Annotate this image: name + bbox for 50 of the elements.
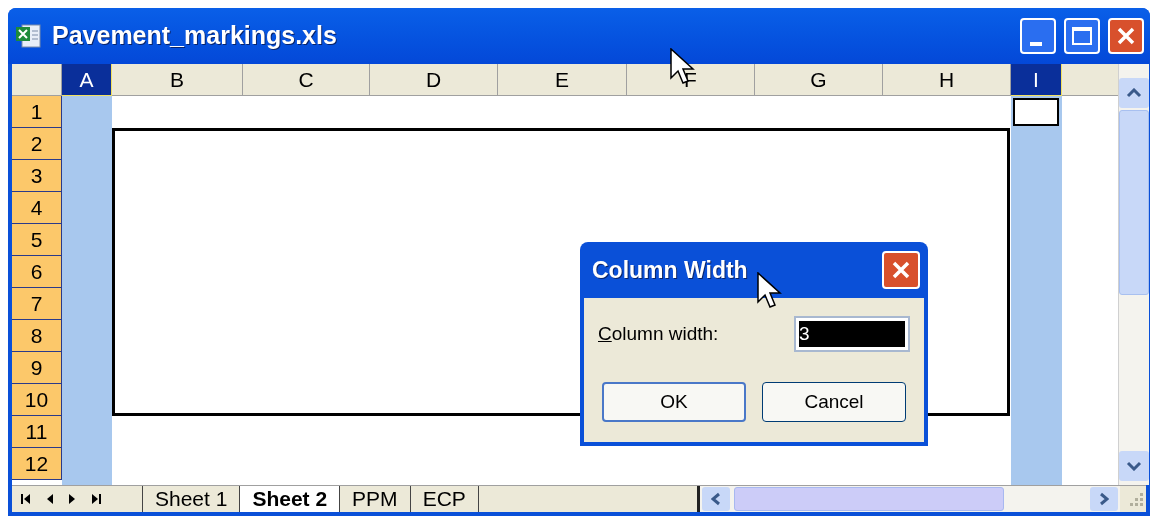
- scroll-down-button[interactable]: [1119, 451, 1149, 481]
- dialog-button[interactable]: Cancel: [762, 382, 906, 422]
- row-header[interactable]: 9: [12, 352, 62, 384]
- input-field[interactable]: 3: [794, 316, 910, 352]
- chevron-left-icon: [711, 492, 721, 506]
- row-header[interactable]: 11: [12, 416, 62, 448]
- column-header[interactable]: D: [370, 64, 498, 96]
- chevron-up-icon: [1126, 88, 1142, 98]
- row-header[interactable]: 7: [12, 288, 62, 320]
- close-button[interactable]: [1108, 18, 1144, 54]
- dialog-button[interactable]: OK: [602, 382, 746, 422]
- column-header[interactable]: H: [883, 64, 1011, 96]
- row-header[interactable]: 5: [12, 224, 62, 256]
- chevron-right-icon: [1099, 492, 1109, 506]
- previous-sheet-icon[interactable]: [46, 493, 54, 505]
- row-header[interactable]: 12: [12, 448, 62, 480]
- row-header[interactable]: 4: [12, 192, 62, 224]
- dialog-title: Column Width: [592, 255, 749, 285]
- column-header[interactable]: A: [62, 64, 112, 96]
- spreadsheet-icon: [14, 21, 44, 51]
- row-header[interactable]: 3: [12, 160, 62, 192]
- scroll-up-button[interactable]: [1119, 78, 1149, 108]
- close-icon: [891, 260, 911, 280]
- field-label: Column width:: [598, 321, 719, 346]
- first-sheet-icon[interactable]: [20, 493, 32, 505]
- maximize-button[interactable]: [1064, 18, 1100, 54]
- scroll-thumb[interactable]: [1119, 110, 1149, 295]
- column-header[interactable]: I: [1011, 64, 1062, 96]
- close-icon: [1116, 26, 1136, 46]
- window-title: Pavement_markings.xls: [52, 20, 338, 52]
- column-header[interactable]: B: [112, 64, 243, 96]
- last-sheet-icon[interactable]: [90, 493, 102, 505]
- minimize-button[interactable]: [1020, 18, 1056, 54]
- chevron-down-icon: [1126, 461, 1142, 471]
- scroll-thumb[interactable]: [734, 487, 1004, 511]
- column-header[interactable]: G: [755, 64, 883, 96]
- sheet-tab[interactable]: Sheet 2: [240, 486, 341, 512]
- sheet-tab[interactable]: Sheet 1: [142, 486, 241, 512]
- active-cell[interactable]: [1013, 98, 1059, 126]
- column-header[interactable]: E: [498, 64, 627, 96]
- row-header[interactable]: 2: [12, 128, 62, 160]
- next-sheet-icon[interactable]: [68, 493, 76, 505]
- scroll-right-button[interactable]: [1090, 487, 1118, 511]
- close-button[interactable]: [882, 251, 920, 289]
- column-header[interactable]: C: [243, 64, 370, 96]
- scroll-left-button[interactable]: [702, 487, 730, 511]
- row-header[interactable]: 6: [12, 256, 62, 288]
- row-header[interactable]: 1: [12, 96, 62, 128]
- row-header[interactable]: 10: [12, 384, 62, 416]
- row-header[interactable]: 8: [12, 320, 62, 352]
